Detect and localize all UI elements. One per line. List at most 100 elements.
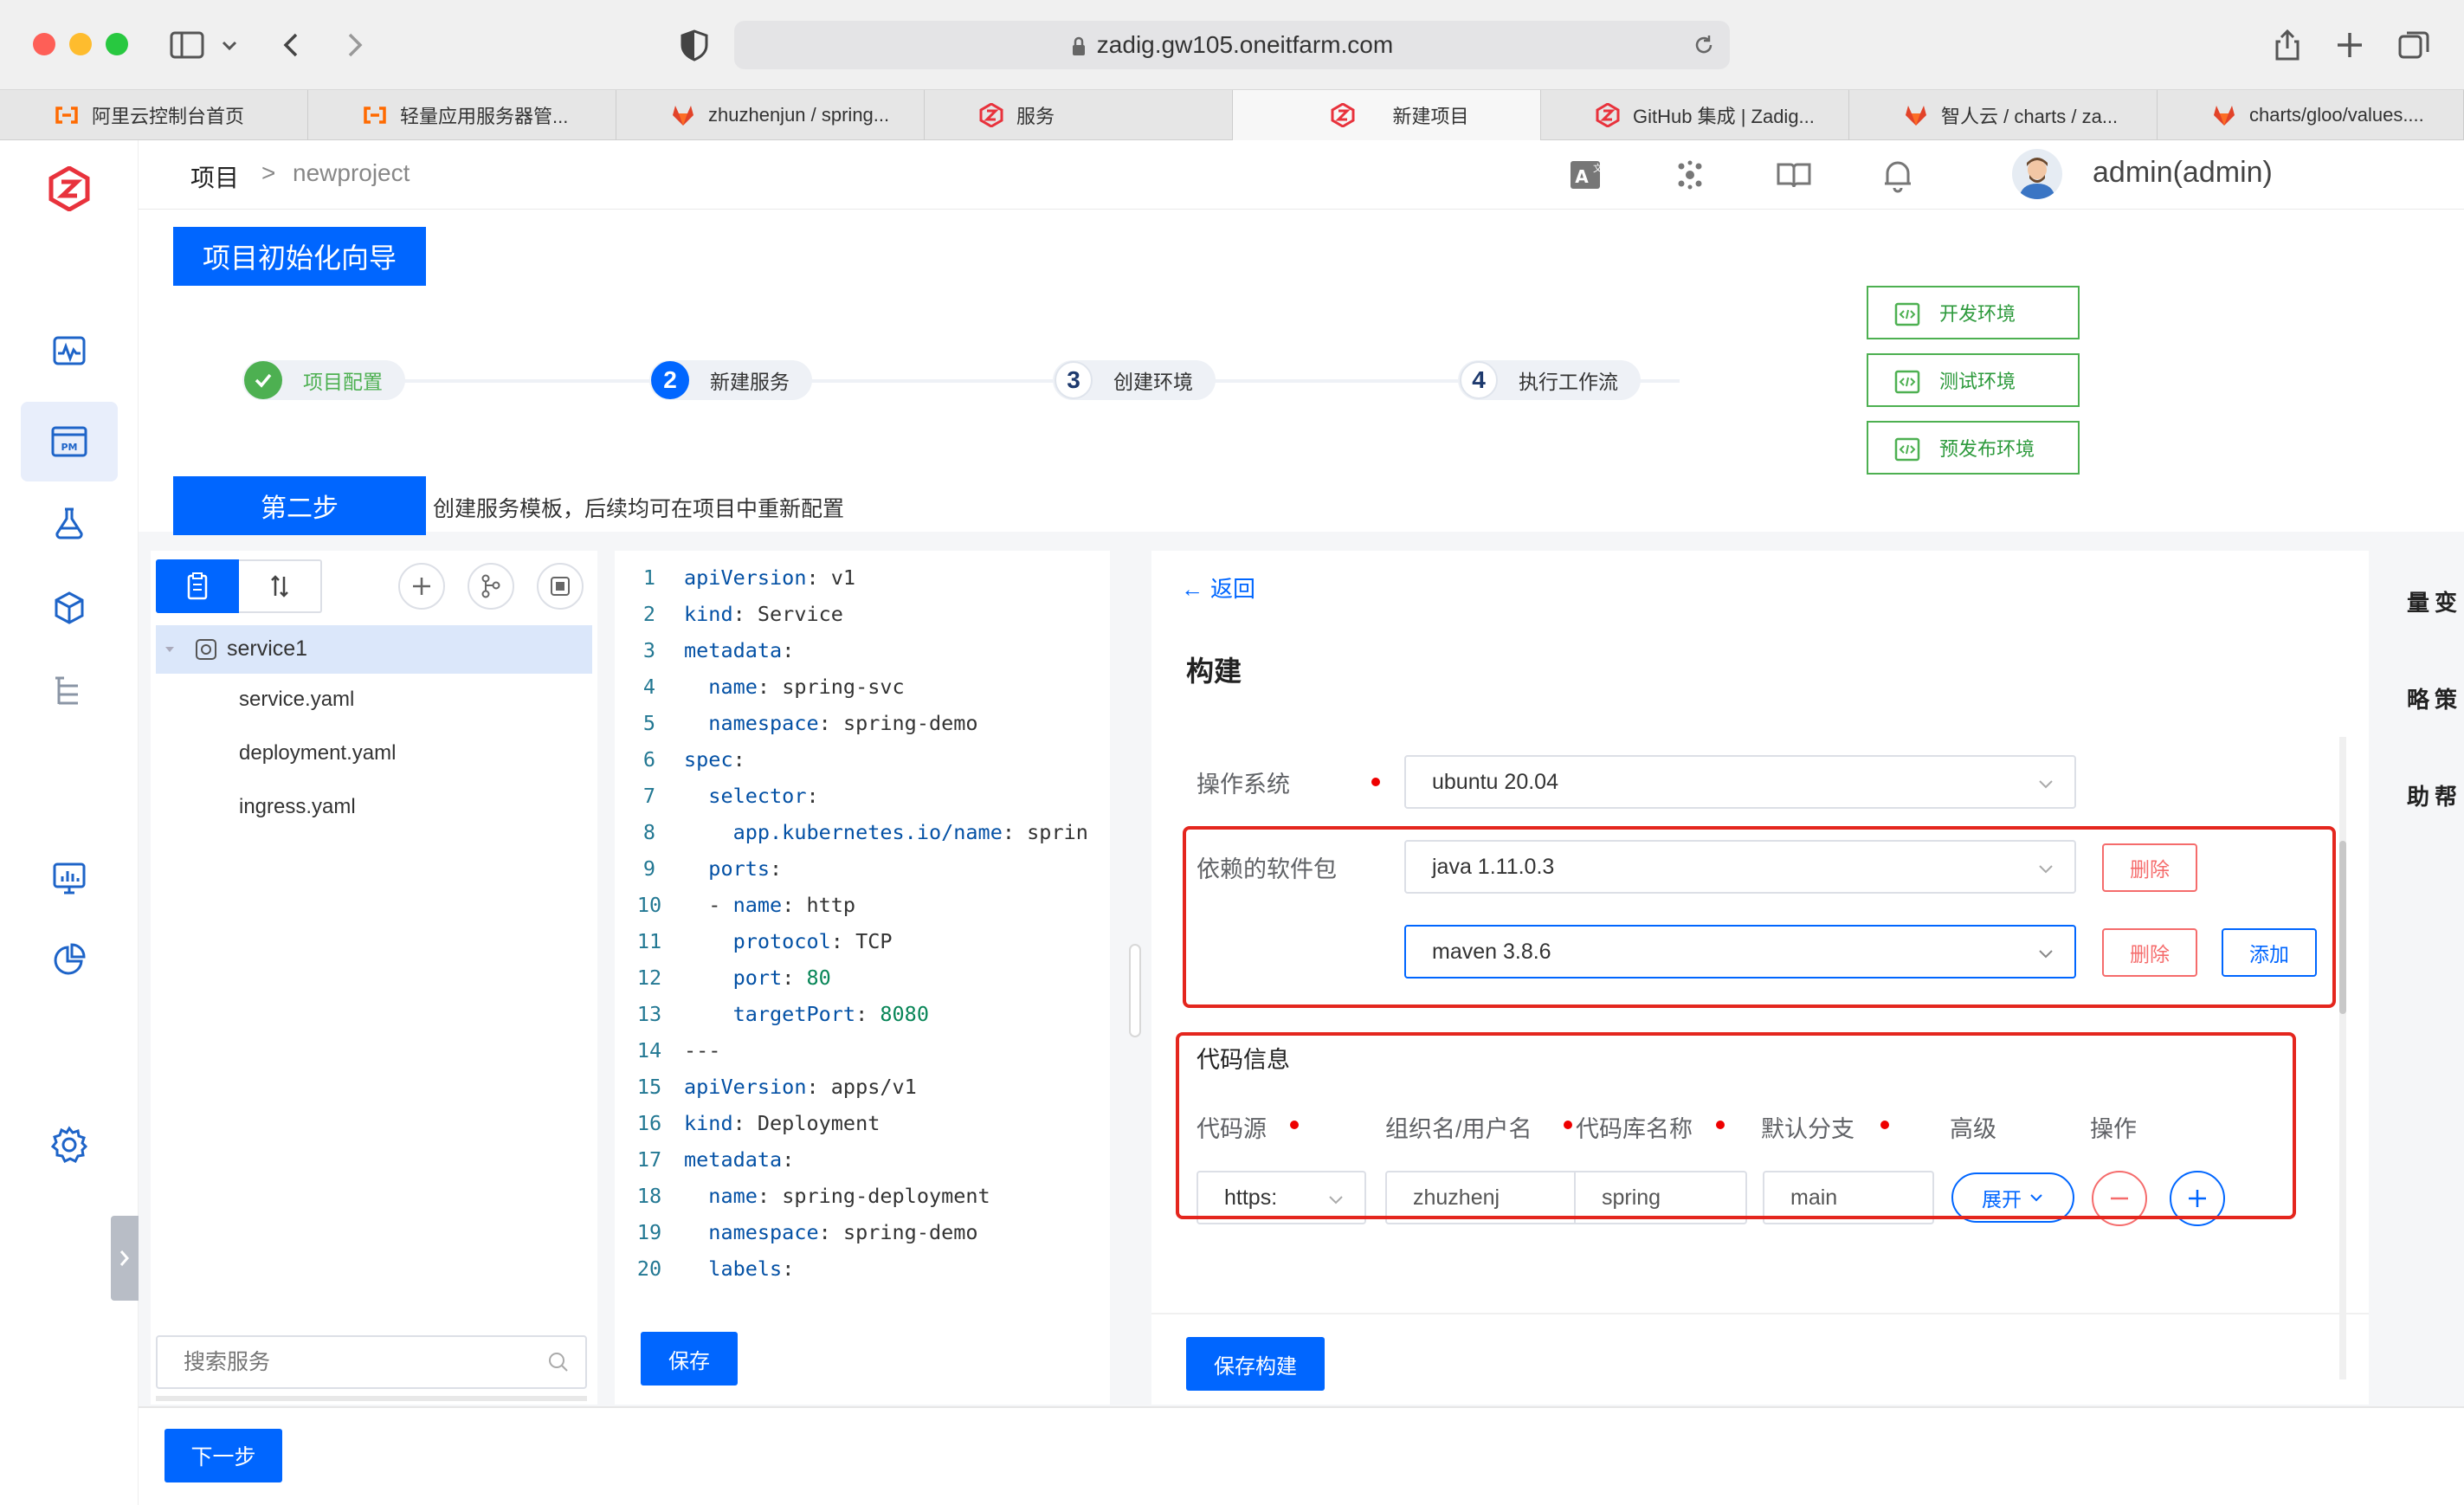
line-number: 20 — [636, 1256, 662, 1281]
yaml-key: namespace — [708, 1220, 819, 1244]
code-line: 15 apiVersion: apps/v1 — [615, 1069, 1110, 1105]
pane-splitter[interactable] — [1129, 551, 1141, 1405]
zadig-logo-icon[interactable] — [40, 159, 99, 218]
env-staging-button[interactable]: 预发布环境 — [1867, 421, 2080, 475]
env-dev-button[interactable]: 开发环境 — [1867, 286, 2080, 339]
tree-file-ingress-yaml[interactable]: ingress.yaml — [239, 795, 356, 819]
wizard-panel — [139, 210, 2464, 532]
browser-tab[interactable]: 智人云 / charts / za... — [1849, 90, 2158, 140]
tree-file-deployment-yaml[interactable]: deployment.yaml — [239, 741, 396, 765]
tree-file-service-yaml[interactable]: service.yaml — [239, 688, 354, 712]
close-window-button[interactable] — [33, 33, 55, 55]
url-text: zadig.gw105.oneitfarm.com — [734, 21, 1730, 69]
plugins-icon[interactable] — [1671, 156, 1709, 194]
wizard-step[interactable]: 项目配置 — [242, 360, 405, 400]
wizard-step[interactable]: 3 创建环境 — [1053, 360, 1216, 400]
app-sidebar: PM — [0, 140, 139, 1505]
sort-tab[interactable] — [239, 559, 322, 613]
side-tab-policy[interactable]: 略策 — [2407, 682, 2462, 714]
notification-bell-icon[interactable] — [1879, 156, 1917, 194]
monitor-icon[interactable] — [40, 322, 99, 381]
zoom-window-button[interactable] — [106, 33, 128, 55]
tab-overview-icon[interactable] — [2395, 26, 2433, 64]
browser-tab[interactable]: 新建项目 — [1233, 90, 1541, 140]
git-branch-button[interactable] — [468, 563, 514, 610]
chevron-down-icon[interactable] — [216, 26, 242, 64]
wizard-step-label: 新建服务 — [710, 371, 790, 393]
forward-icon[interactable] — [334, 26, 372, 64]
file-list-tab[interactable] — [156, 559, 239, 613]
save-build-button[interactable]: 保存构建 — [1186, 1337, 1325, 1391]
avatar[interactable] — [2012, 149, 2062, 199]
env-test-button[interactable]: 测试环境 — [1867, 353, 2080, 407]
share-icon[interactable] — [2268, 26, 2306, 64]
line-number: 7 — [642, 784, 656, 808]
yaml-key: apiVersion — [684, 565, 807, 590]
code-line: 17 metadata: — [615, 1141, 1110, 1178]
translate-icon[interactable]: A文 — [1567, 156, 1605, 194]
service-search[interactable] — [156, 1335, 587, 1389]
flask-icon[interactable] — [40, 494, 99, 552]
arrow-left-icon: ← — [1181, 576, 1203, 602]
browser-tab-label: GitHub 集成 | Zadig... — [1633, 106, 1815, 127]
yaml-key: name — [708, 675, 758, 699]
user-name[interactable]: admin(admin) — [2093, 156, 2273, 190]
side-tab-variables[interactable]: 量变 — [2407, 585, 2462, 617]
browser-tab[interactable]: GitHub 集成 | Zadig... — [1541, 90, 1849, 140]
line-number: 15 — [636, 1075, 662, 1099]
pie-chart-icon[interactable] — [40, 930, 99, 989]
tree-item-service1[interactable]: service1 — [156, 625, 592, 674]
save-yaml-button[interactable]: 保存 — [641, 1332, 738, 1386]
line-number: 14 — [636, 1038, 662, 1063]
shield-icon[interactable] — [675, 26, 713, 64]
new-tab-icon[interactable] — [2331, 26, 2369, 64]
yaml-key: name — [732, 893, 783, 917]
shared-service-button[interactable] — [537, 563, 584, 610]
back-link[interactable]: ← 返回 — [1181, 572, 1255, 604]
back-icon[interactable] — [274, 26, 312, 64]
code-line: 11 protocol: TCP — [615, 923, 1110, 959]
os-select[interactable]: ubuntu 20.04 — [1404, 755, 2076, 809]
yaml-value: sprin — [1027, 820, 1088, 844]
wizard-step-label: 执行工作流 — [1519, 371, 1618, 393]
breadcrumb-separator: > — [261, 159, 276, 186]
sidebar-toggle-icon[interactable] — [168, 26, 206, 64]
yaml-editor-panel: 1 apiVersion: v1 2 kind: Service 3 metadata: … — [615, 551, 1110, 1405]
svg-text:A: A — [1575, 166, 1589, 187]
code-line: 2 kind: Service — [615, 596, 1110, 632]
side-tab-help[interactable]: 助帮 — [2407, 779, 2462, 811]
wizard-step[interactable]: 4 执行工作流 — [1458, 360, 1641, 400]
breadcrumb-root[interactable]: 项目 — [190, 159, 239, 194]
project-manage-icon[interactable]: PM — [21, 402, 118, 481]
reload-icon[interactable] — [1692, 33, 1716, 57]
browser-tab[interactable]: 服务 — [925, 90, 1233, 140]
tree-scrollbar[interactable] — [156, 1396, 587, 1401]
wizard-step[interactable]: 2 新建服务 — [649, 360, 812, 400]
add-service-button[interactable] — [398, 563, 445, 610]
package-icon[interactable] — [40, 578, 99, 637]
browser-tab[interactable]: 阿里云控制台首页 — [0, 90, 308, 140]
yaml-editor[interactable]: 1 apiVersion: v1 2 kind: Service 3 metadata: … — [615, 559, 1110, 1304]
settings-gear-icon[interactable] — [40, 1115, 99, 1174]
next-step-button[interactable]: 下一步 — [164, 1429, 282, 1482]
line-number: 18 — [636, 1184, 662, 1208]
build-scroll-track[interactable] — [2339, 737, 2346, 1379]
browser-tab[interactable]: zhuzhenjun / spring... — [616, 90, 925, 140]
dashboard-icon[interactable] — [40, 849, 99, 908]
tree-structure-icon[interactable] — [40, 662, 99, 720]
line-number: 1 — [642, 565, 656, 590]
browser-tab[interactable]: 轻量应用服务器管... — [308, 90, 616, 140]
step-number: 3 — [1055, 361, 1093, 399]
yaml-value: Deployment — [757, 1111, 880, 1135]
service-search-input[interactable] — [158, 1337, 539, 1387]
code-line: 6 spec: — [615, 741, 1110, 778]
docs-book-icon[interactable] — [1775, 156, 1813, 194]
browser-tab[interactable]: charts/gloo/values.... — [2158, 90, 2464, 140]
browser-titlebar: zadig.gw105.oneitfarm.com — [0, 0, 2464, 90]
code-line: 19 namespace: spring-demo — [615, 1214, 1110, 1250]
address-bar[interactable]: zadig.gw105.oneitfarm.com — [734, 21, 1730, 69]
minimize-window-button[interactable] — [69, 33, 92, 55]
collapse-sidebar-button[interactable] — [111, 1216, 139, 1301]
